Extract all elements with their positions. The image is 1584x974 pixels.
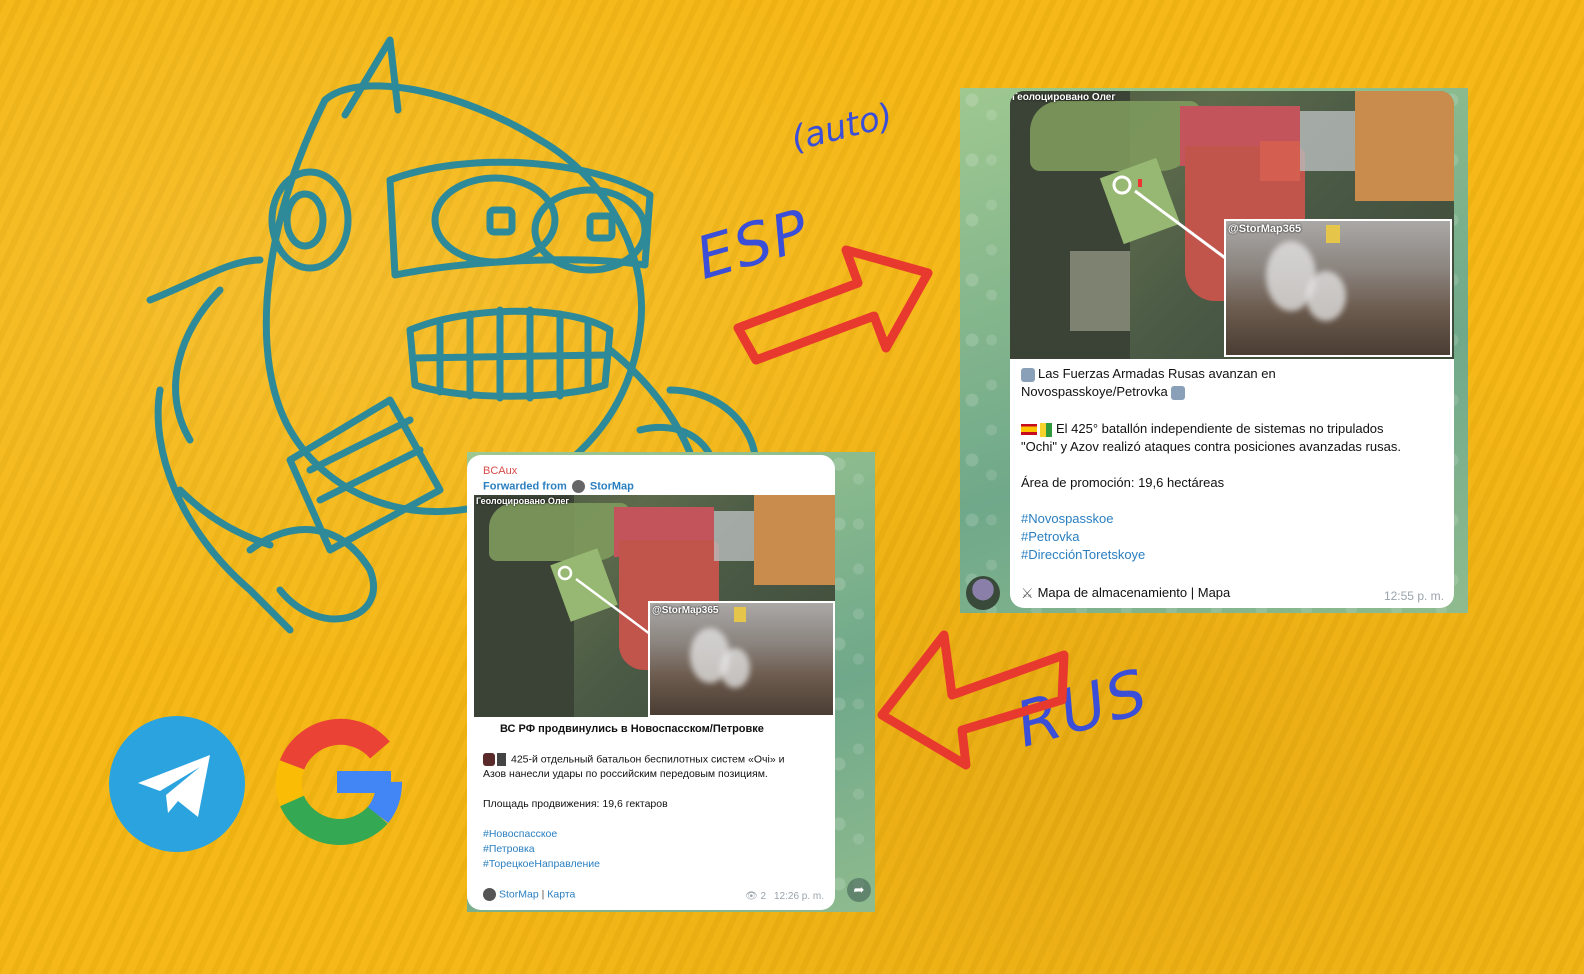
rus-area: Площадь продвижения: 19,6 гектаров bbox=[483, 798, 668, 810]
esp-map-image[interactable]: Геолоцировано Олег @StorMap365 bbox=[1010, 91, 1454, 359]
badge-icon bbox=[483, 753, 495, 766]
avatar bbox=[571, 480, 585, 493]
rus-body-2: Азов нанесли удары по российским передов… bbox=[483, 768, 768, 780]
shield-icon bbox=[734, 607, 746, 622]
avatar bbox=[483, 888, 496, 901]
rus-headline: ВС РФ продвинулись в Новоспасском/Петров… bbox=[500, 723, 764, 735]
share-icon: ➦ bbox=[853, 882, 865, 897]
rus-inset-title: @StorMap365 bbox=[652, 605, 719, 616]
shield-icon bbox=[497, 753, 506, 766]
record-icon bbox=[1170, 385, 1185, 400]
esp-area: Área de promoción: 19,6 hectáreas bbox=[1021, 475, 1225, 490]
share-button[interactable]: ➦ bbox=[847, 878, 871, 902]
rus-message-bubble: BCAux Forwarded from StorMap Геолоцирова… bbox=[467, 455, 835, 910]
footer-link-stormap[interactable]: StorMap bbox=[499, 888, 539, 900]
beginner-icon bbox=[1040, 422, 1052, 437]
esp-hashtag[interactable]: #Novospasskoe bbox=[1021, 511, 1114, 526]
spain-flag-icon bbox=[1021, 424, 1037, 436]
rus-hashtag[interactable]: #Петровка bbox=[483, 843, 535, 855]
shield-icon bbox=[1326, 225, 1340, 243]
esp-headline-2: Novospasskoye/Petrovka bbox=[1021, 384, 1185, 400]
telegram-logo bbox=[109, 716, 245, 852]
rus-hashtag[interactable]: #Новоспасское bbox=[483, 828, 557, 840]
rus-inset-photo: @StorMap365 bbox=[648, 601, 835, 717]
rus-map-title: Геолоцировано Олег bbox=[476, 496, 570, 506]
esp-message-bubble: Геолоцировано Олег @StorMap365 Las Fuerz… bbox=[1010, 91, 1454, 608]
rus-map-image[interactable]: Геолоцировано Олег @StorMap365 bbox=[474, 495, 835, 717]
esp-timestamp: 12:55 p. m. bbox=[1383, 589, 1444, 603]
esp-map-title: Геолоцировано Олег bbox=[1012, 92, 1116, 103]
forwarded-from[interactable]: Forwarded from StorMap bbox=[483, 480, 634, 493]
esp-telegram-card: Геолоцировано Олег @StorMap365 Las Fuerz… bbox=[960, 88, 1468, 613]
rus-timestamp: 12:26 p. m. bbox=[774, 891, 825, 902]
eye-icon: 👁 bbox=[745, 891, 758, 902]
esp-headline-1: Las Fuerzas Armadas Rusas avanzan en bbox=[1021, 366, 1276, 382]
esp-footer[interactable]: ⚔ Mapa de almacenamiento | Mapa bbox=[1021, 585, 1230, 602]
rus-telegram-card: BCAux Forwarded from StorMap Геолоцирова… bbox=[467, 452, 875, 912]
rus-body-1: 425-й отдельный батальон беспилотных сис… bbox=[483, 753, 784, 766]
google-logo bbox=[275, 718, 402, 845]
rus-footer: StorMap | Карта bbox=[483, 888, 575, 901]
avatar[interactable] bbox=[966, 576, 1000, 610]
esp-inset-title: @StorMap365 bbox=[1228, 223, 1302, 235]
arrow-left bbox=[877, 630, 1069, 770]
rus-views: 👁 2 bbox=[745, 891, 767, 902]
record-icon bbox=[1021, 367, 1035, 382]
esp-body-1: El 425° batallón independiente de sistem… bbox=[1021, 421, 1384, 437]
arrow-right bbox=[733, 245, 933, 365]
esp-body-2: "Ochi" y Azov realizó ataques contra pos… bbox=[1021, 439, 1401, 454]
crossed-swords-icon: ⚔ bbox=[1021, 585, 1034, 602]
esp-hashtag[interactable]: #Petrovka bbox=[1021, 529, 1080, 544]
rus-hashtag[interactable]: #ТорецкоеНаправление bbox=[483, 858, 600, 870]
esp-inset-photo: @StorMap365 bbox=[1224, 219, 1452, 357]
esp-hashtag[interactable]: #DirecciónToretskoye bbox=[1021, 547, 1145, 562]
footer-link-map[interactable]: Карта bbox=[547, 888, 575, 900]
channel-name[interactable]: BCAux bbox=[483, 465, 517, 477]
